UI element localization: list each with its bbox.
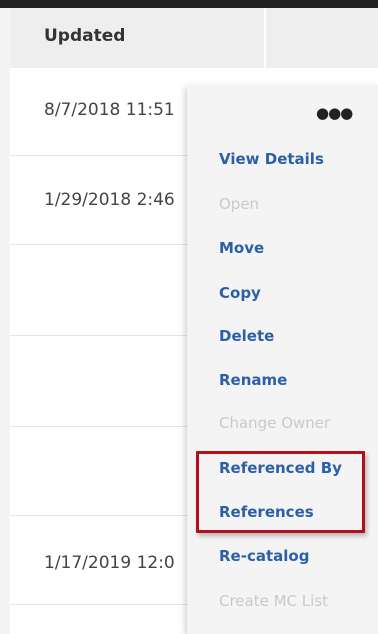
menu-item-change-owner: Change Owner	[219, 414, 331, 432]
menu-item-rename[interactable]: Rename	[219, 371, 287, 389]
table-row-updated: 1/29/2018 2:46	[44, 190, 175, 210]
more-options-icon[interactable]: ●●●	[316, 106, 353, 121]
left-strip	[0, 8, 10, 634]
menu-item-re-catalog[interactable]: Re-catalog	[219, 547, 309, 565]
column-header-updated[interactable]: Updated	[44, 26, 125, 46]
highlight-annotation	[196, 451, 365, 533]
menu-item-delete[interactable]: Delete	[219, 327, 274, 345]
menu-item-view-details[interactable]: View Details	[219, 150, 324, 168]
menu-item-create-mc-list: Create MC List	[219, 592, 329, 610]
table-row-updated: 1/17/2019 12:0	[44, 553, 175, 573]
menu-item-copy[interactable]: Copy	[219, 284, 261, 302]
top-bar	[0, 0, 378, 8]
menu-item-move[interactable]: Move	[219, 239, 264, 257]
menu-item-open: Open	[219, 195, 260, 213]
column-divider[interactable]	[264, 8, 266, 68]
table-row-updated: 8/7/2018 11:51	[44, 100, 175, 120]
